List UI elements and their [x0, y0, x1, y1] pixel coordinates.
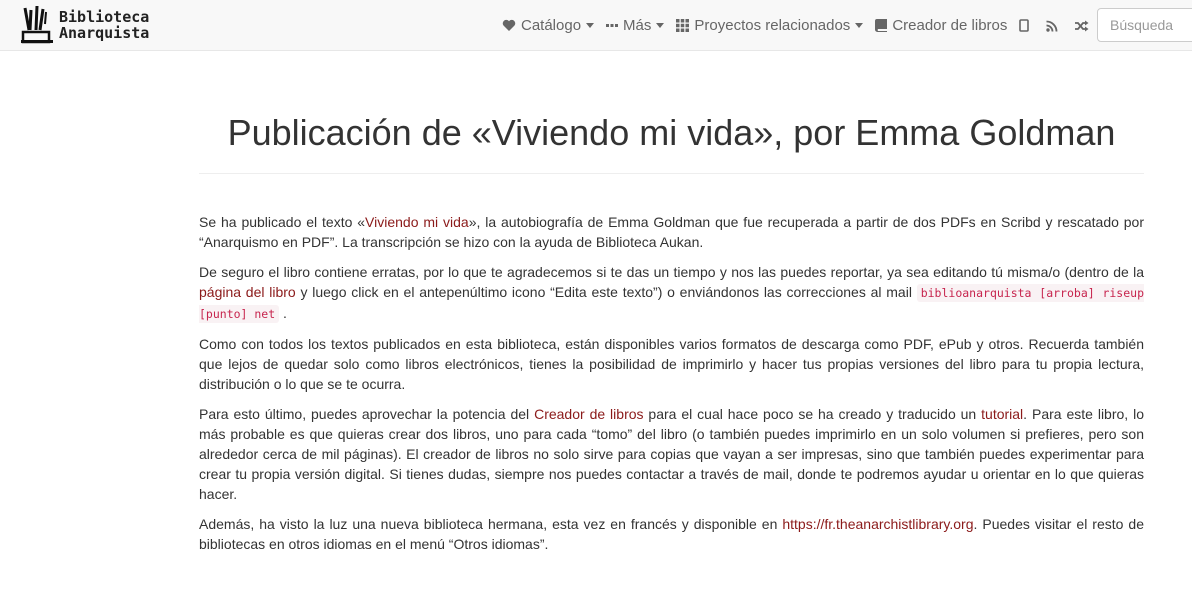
chevron-down-icon [855, 23, 864, 28]
main-nav: Catálogo Más Proyectos relacionados Crea… [496, 0, 1129, 51]
chevron-down-icon [656, 23, 665, 28]
paragraph-3: Como con todos los textos publicados en … [199, 336, 1144, 392]
nav-book-builder[interactable]: Creador de libros [869, 17, 1013, 34]
article: Publicación de «Viviendo mi vida», por E… [199, 51, 1144, 564]
link-book-builder[interactable]: Creador de libros [534, 406, 643, 422]
brand-line-2: Anarquista [59, 24, 150, 42]
grid-icon [676, 19, 690, 32]
rss-icon [1046, 20, 1058, 32]
nav-projects[interactable]: Proyectos relacionados [670, 17, 869, 34]
text: De seguro el libro contiene erratas, por… [199, 264, 1144, 280]
nav-tablet[interactable] [1013, 19, 1040, 32]
nav-projects-label: Proyectos relacionados [694, 17, 851, 34]
nav-more[interactable]: Más [600, 17, 670, 34]
text: Además, ha visto la luz una nueva biblio… [199, 516, 783, 532]
text: Se ha publicado el texto « [199, 214, 366, 230]
nav-rss[interactable] [1040, 20, 1069, 32]
book-icon [875, 19, 888, 32]
ellipsis-icon [606, 23, 619, 27]
paragraph-5: Además, ha visto la luz una nueva biblio… [199, 514, 1144, 554]
paragraph-4: Para esto último, puedes aprovechar la p… [199, 404, 1144, 504]
text: Para esto último, puedes aprovechar la p… [199, 406, 535, 422]
link-viviendo-mi-vida[interactable]: Viviendo mi vida [365, 214, 469, 230]
link-tutorial[interactable]: tutorial [981, 406, 1023, 422]
text: para el cual hace poco se ha creado y tr… [643, 406, 982, 422]
paragraph-1: Se ha publicado el texto «Viviendo mi vi… [199, 212, 1144, 252]
logo-mark-icon [21, 6, 53, 44]
nav-catalog-label: Catálogo [521, 17, 582, 34]
navbar: Biblioteca Anarquista Catálogo Más Proye… [0, 0, 1192, 51]
nav-catalog[interactable]: Catálogo [496, 17, 600, 34]
text: y luego click en el antepenúltimo icono … [295, 284, 917, 300]
link-french-library[interactable]: https://fr.theanarchistlibrary.org [782, 516, 973, 532]
shuffle-icon [1075, 20, 1089, 31]
paragraph-2: De seguro el libro contiene erratas, por… [199, 262, 1144, 324]
nav-more-label: Más [623, 17, 652, 34]
heart-icon [502, 19, 516, 31]
search-input[interactable] [1097, 8, 1192, 42]
tablet-icon [1019, 19, 1030, 32]
nav-random[interactable] [1069, 20, 1100, 32]
site-logo[interactable]: Biblioteca Anarquista [21, 6, 149, 44]
nav-book-builder-label: Creador de libros [892, 17, 1008, 34]
brand-line-1: Biblioteca [59, 8, 150, 26]
chevron-down-icon [586, 23, 595, 28]
page-title: Publicación de «Viviendo mi vida», por E… [199, 111, 1144, 174]
link-book-page[interactable]: página del libro [199, 284, 296, 300]
text: . [279, 305, 287, 321]
